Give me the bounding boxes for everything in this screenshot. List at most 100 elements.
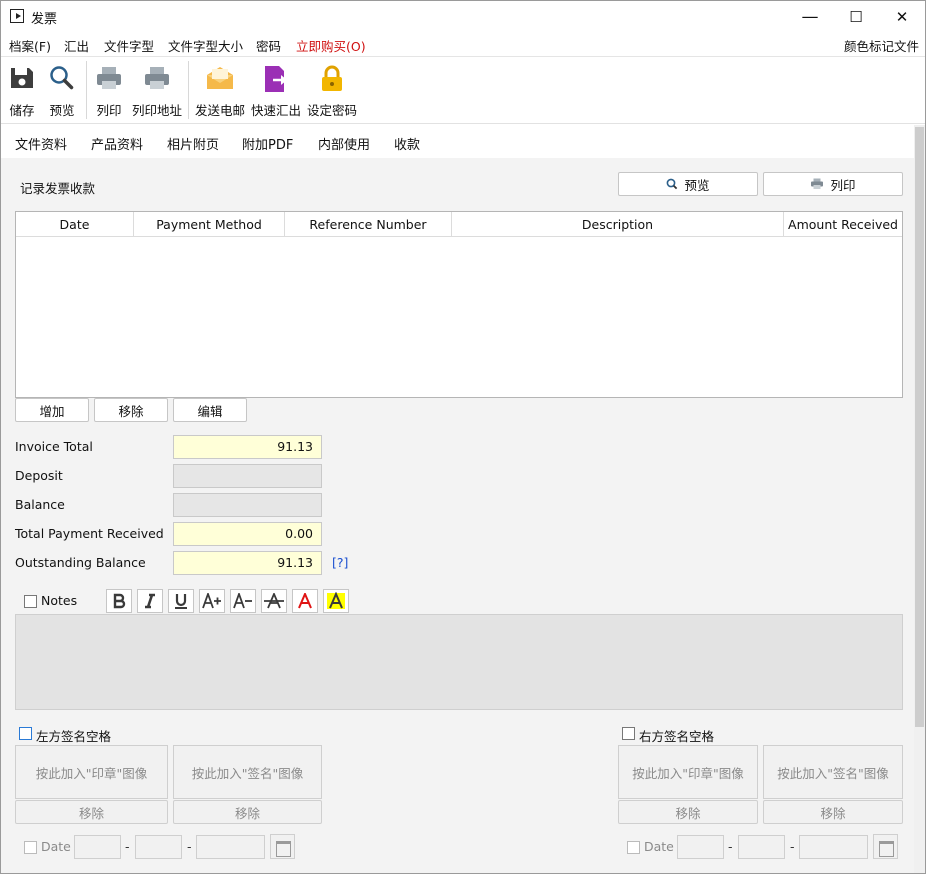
toolbar-separator [188,61,189,119]
balance-label: Balance [15,497,65,512]
tab-product-info[interactable]: 产品资料 [91,134,143,153]
minimize-button[interactable]: — [787,1,833,32]
total-payment-received-field[interactable]: 0.00 [173,522,322,546]
menu-font[interactable]: 文件字型 [104,36,154,55]
menu-export[interactable]: 汇出 [64,36,89,55]
tab-photo-attachment[interactable]: 相片附页 [167,134,219,153]
print-address-label: 列印地址 [131,103,182,118]
column-header-payment-method[interactable]: Payment Method [134,212,285,237]
outstanding-balance-field[interactable]: 91.13 [173,551,322,575]
balance-field [173,493,322,517]
column-header-reference-number[interactable]: Reference Number [285,212,452,237]
right-add-stamp-button[interactable]: 按此加入"印章"图像 [618,745,758,799]
font-decrease-icon [233,593,252,609]
column-header-description[interactable]: Description [452,212,784,237]
right-calendar-icon[interactable] [873,834,898,859]
left-remove-stamp-button[interactable]: 移除 [15,800,168,824]
notes-checkbox[interactable] [24,595,37,608]
right-date-year-field[interactable] [799,835,868,859]
payments-preview-button[interactable]: 预览 [618,172,758,196]
right-date-day-field[interactable] [677,835,724,859]
set-password-button[interactable]: 设定密码 [305,61,359,121]
strikethrough-button[interactable] [261,589,287,613]
menu-file[interactable]: 档案(F) [9,36,51,55]
envelope-icon [207,67,233,89]
set-password-label: 设定密码 [306,103,357,118]
menu-buy-now[interactable]: 立即购买(O) [296,36,366,55]
magnifier-icon [667,178,678,190]
send-email-button[interactable]: 发送电邮 [193,61,247,121]
highlight-icon [327,592,345,609]
remove-payment-button[interactable]: 移除 [94,398,168,422]
help-link[interactable]: [?] [332,555,348,570]
left-signature-checkbox[interactable] [19,727,32,740]
save-button[interactable]: 储存 [3,61,41,121]
underline-button[interactable] [168,589,194,613]
date-separator: - [790,839,795,854]
payments-print-button[interactable]: 列印 [763,172,903,196]
send-email-label: 发送电邮 [194,103,245,118]
maximize-button[interactable]: ☐ [833,1,879,32]
highlight-button[interactable] [323,589,349,613]
preview-button[interactable]: 预览 [43,61,81,121]
right-signature-checkbox[interactable] [622,727,635,740]
printer-icon [145,67,169,89]
menu-password[interactable]: 密码 [256,36,281,55]
bold-button[interactable] [106,589,132,613]
column-header-amount-received[interactable]: Amount Received [784,212,902,237]
left-date-checkbox[interactable] [24,841,37,854]
increase-font-button[interactable] [199,589,225,613]
left-remove-signature-button[interactable]: 移除 [173,800,322,824]
deposit-field [173,464,322,488]
right-date-checkbox[interactable] [627,841,640,854]
app-icon [10,9,24,23]
print-button[interactable]: 列印 [90,61,128,121]
menu-font-size[interactable]: 文件字型大小 [168,36,243,55]
add-payment-button[interactable]: 增加 [15,398,89,422]
notes-label: Notes [41,593,78,608]
payments-table[interactable]: Date Payment Method Reference Number Des… [15,211,903,398]
left-signature-label: 左方签名空格 [36,729,112,744]
tab-internal-use[interactable]: 内部使用 [318,134,370,153]
date-separator: - [728,839,733,854]
notes-textarea[interactable] [15,614,903,710]
invoice-total-field[interactable]: 91.13 [173,435,322,459]
edit-payment-button[interactable]: 编辑 [173,398,247,422]
payments-heading: 记录发票收款 [20,181,96,196]
tab-attach-pdf[interactable]: 附加PDF [242,134,293,153]
left-calendar-icon[interactable] [270,834,295,859]
column-header-date[interactable]: Date [16,212,134,237]
close-button[interactable]: ✕ [879,1,925,32]
left-add-stamp-button[interactable]: 按此加入"印章"图像 [15,745,168,799]
save-icon [11,68,33,88]
font-increase-icon [202,593,221,609]
scrollbar-thumb[interactable] [915,127,924,727]
right-add-signature-button[interactable]: 按此加入"签名"图像 [763,745,903,799]
right-date-label: Date [644,839,674,854]
lock-icon [322,65,342,91]
quick-export-label: 快速汇出 [250,103,301,118]
invoice-window: 发票 — ☐ ✕ 档案(F) 汇出 文件字型 文件字型大小 密码 立即购买(O)… [0,0,926,874]
payments-table-header: Date Payment Method Reference Number Des… [16,212,902,237]
left-date-day-field[interactable] [74,835,121,859]
vertical-scrollbar[interactable] [914,125,925,873]
quick-export-button[interactable]: 快速汇出 [249,61,303,121]
tab-document-info[interactable]: 文件资料 [15,134,67,153]
left-date-month-field[interactable] [135,835,182,859]
italic-button[interactable] [137,589,163,613]
toolbar-separator [86,61,87,119]
menu-color-tag[interactable]: 颜色标记文件 [844,36,919,55]
underline-icon [175,594,187,609]
strikethrough-icon [264,593,284,609]
font-color-button[interactable] [292,589,318,613]
right-date-month-field[interactable] [738,835,785,859]
print-address-button[interactable]: 列印地址 [130,61,184,121]
export-icon [265,66,287,92]
right-remove-stamp-button[interactable]: 移除 [618,800,758,824]
right-remove-signature-button[interactable]: 移除 [763,800,903,824]
left-add-signature-button[interactable]: 按此加入"签名"图像 [173,745,322,799]
left-date-year-field[interactable] [196,835,265,859]
decrease-font-button[interactable] [230,589,256,613]
bold-icon [113,593,126,609]
total-payment-received-label: Total Payment Received [15,526,164,541]
